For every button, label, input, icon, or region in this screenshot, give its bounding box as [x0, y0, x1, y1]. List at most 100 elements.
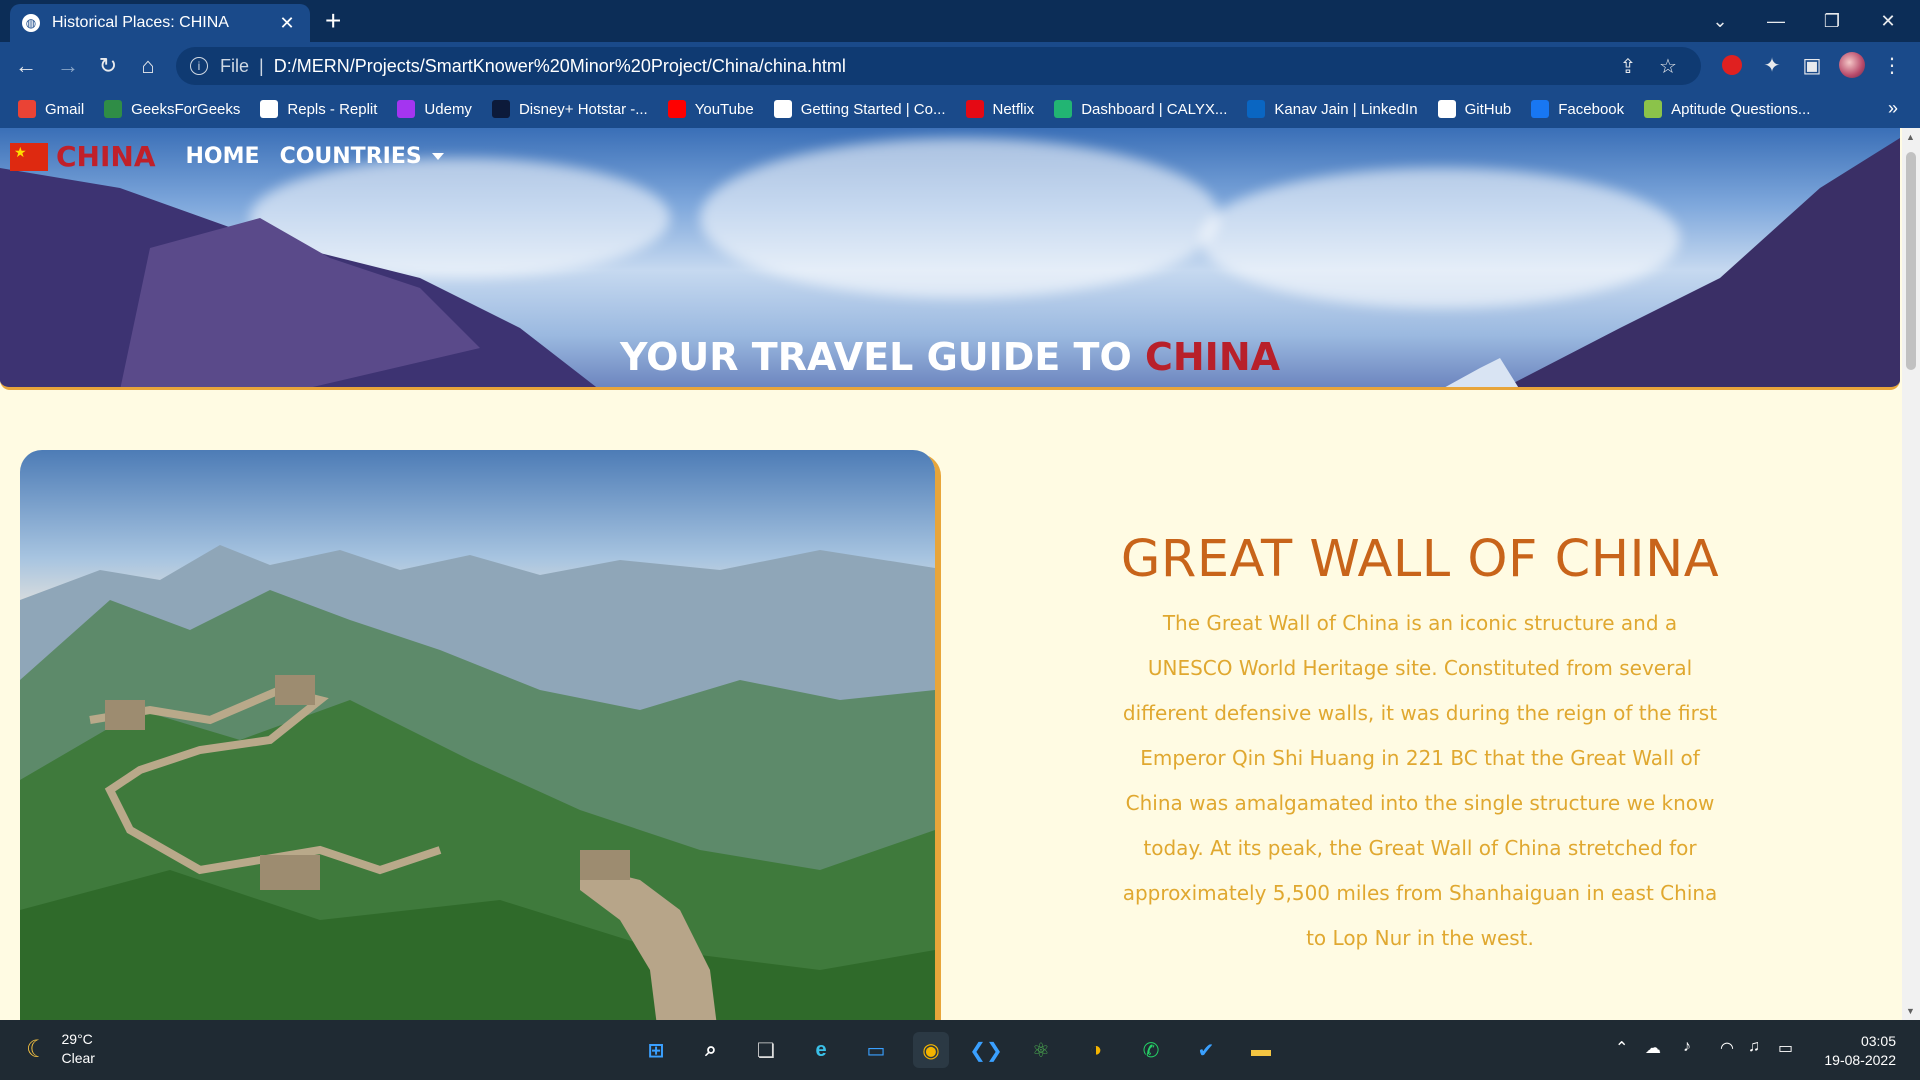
wifi-icon[interactable]: ◠ — [1720, 1038, 1734, 1058]
side-panel-icon[interactable]: ▣ — [1797, 50, 1827, 80]
bookmark-item[interactable]: Kanav Jain | LinkedIn — [1247, 100, 1418, 118]
system-clock[interactable]: 03:05 19-08-2022 — [1824, 1032, 1896, 1070]
nav-countries-label: COUNTRIES — [279, 144, 422, 169]
browser-tab[interactable]: ◍ Historical Places: CHINA ✕ — [10, 4, 310, 42]
browser-toolbar: ← → ↻ ⌂ i File | D:/MERN/Projects/SmartK… — [0, 42, 1920, 90]
address-url: D:/MERN/Projects/SmartKnower%20Minor%20P… — [273, 55, 846, 76]
address-scheme: File — [220, 55, 250, 76]
china-flag-icon: ★ — [10, 142, 48, 171]
bookmark-label: Repls - Replit — [287, 100, 378, 118]
app-icon[interactable]: ◑ — [1078, 1032, 1114, 1068]
bookmark-star-icon[interactable]: ☆ — [1653, 51, 1683, 81]
tab-search-icon[interactable]: ⌄ — [1692, 0, 1748, 42]
bookmark-item[interactable]: Udemy — [397, 100, 472, 118]
bookmark-item[interactable]: Repls - Replit — [260, 100, 377, 118]
tray-chevron-icon[interactable]: ⌃ — [1615, 1038, 1628, 1058]
site-brand[interactable]: CHINA — [56, 140, 156, 173]
weather-condition: Clear — [61, 1050, 95, 1066]
moon-icon: ☾ — [26, 1035, 48, 1063]
bookmark-label: Dashboard | CALYX... — [1081, 100, 1228, 118]
youtube-icon — [667, 100, 686, 118]
github-icon — [1437, 100, 1456, 118]
whatsapp-icon[interactable]: ✆ — [1133, 1032, 1169, 1068]
gfg-icon — [104, 100, 123, 118]
bookmark-item[interactable]: Getting Started | Co... — [773, 100, 946, 118]
battery-icon[interactable]: ▭ — [1778, 1038, 1793, 1058]
bookmark-item[interactable]: Aptitude Questions... — [1644, 100, 1810, 118]
forward-icon[interactable]: → — [52, 50, 84, 82]
chrome-icon[interactable]: ◉ — [913, 1032, 949, 1068]
volume-icon[interactable]: ♫ — [1748, 1038, 1760, 1056]
profile-avatar[interactable] — [1837, 50, 1867, 80]
edge-icon[interactable]: e — [803, 1032, 839, 1068]
bookmark-item[interactable]: Netflix — [965, 100, 1034, 118]
scrollbar-thumb[interactable] — [1906, 152, 1916, 370]
vscode-icon[interactable]: ❮❯ — [968, 1032, 1004, 1068]
onedrive-icon[interactable]: ☁ — [1645, 1038, 1661, 1058]
cc-icon — [773, 100, 792, 118]
bookmark-item[interactable]: Gmail — [18, 100, 84, 118]
section-text: The Great Wall of China is an iconic str… — [1122, 611, 1718, 950]
reload-icon[interactable]: ↻ — [92, 50, 124, 82]
bookmark-item[interactable]: Disney+ Hotstar -... — [491, 100, 648, 118]
task-view-icon[interactable]: ❏ — [748, 1032, 784, 1068]
menu-dots-icon[interactable]: ⋮ — [1877, 50, 1907, 80]
scroll-down-icon[interactable]: ▼ — [1906, 1006, 1915, 1016]
bookmark-label: Disney+ Hotstar -... — [518, 100, 648, 118]
tab-title: Historical Places: CHINA — [52, 14, 229, 31]
replit-icon — [260, 100, 279, 118]
bookmark-label: Aptitude Questions... — [1671, 100, 1811, 118]
hero-title-prefix: YOUR TRAVEL GUIDE TO — [619, 335, 1145, 379]
site-navbar: ★ CHINA HOME COUNTRIES — [10, 140, 464, 173]
atom-icon[interactable]: ⚛ — [1023, 1032, 1059, 1068]
address-separator: | — [259, 55, 264, 76]
file-explorer-icon[interactable]: ▬ — [1243, 1032, 1279, 1068]
minimize-button[interactable]: — — [1748, 0, 1804, 42]
search-icon[interactable]: ⌕ — [693, 1032, 729, 1068]
home-icon[interactable]: ⌂ — [132, 50, 164, 82]
section-title: GREAT WALL OF CHINA — [1120, 530, 1720, 589]
bookmark-label: GitHub — [1464, 100, 1512, 118]
desktop-icon[interactable]: ▭ — [858, 1032, 894, 1068]
bookmark-item[interactable]: Dashboard | CALYX... — [1054, 100, 1227, 118]
info-icon[interactable]: i — [190, 57, 208, 75]
bookmark-item[interactable]: Facebook — [1531, 100, 1624, 118]
facebook-icon — [1531, 100, 1550, 118]
netflix-icon — [965, 100, 984, 118]
calyx-icon — [1054, 100, 1073, 118]
hero-title: YOUR TRAVEL GUIDE TO CHINA — [0, 335, 1900, 379]
info-section: GREAT WALL OF CHINA The Great Wall of Ch… — [1120, 530, 1720, 961]
page-viewport: ★ CHINA HOME COUNTRIES YOUR TRAVEL GUIDE… — [0, 128, 1920, 1020]
bookmark-label: Gmail — [45, 100, 85, 118]
todo-icon[interactable]: ✔ — [1188, 1032, 1224, 1068]
page-scrollbar[interactable]: ▲ ▼ — [1902, 128, 1920, 1020]
share-icon[interactable]: ⇪ — [1613, 51, 1643, 81]
great-wall-photo — [20, 450, 935, 1020]
bookmark-item[interactable]: YouTube — [667, 100, 754, 118]
close-tab-icon[interactable]: ✕ — [276, 13, 298, 34]
close-window-button[interactable]: ✕ — [1860, 0, 1916, 42]
back-icon[interactable]: ← — [10, 50, 42, 82]
scroll-up-icon[interactable]: ▲ — [1906, 132, 1915, 142]
great-wall-illustration — [20, 545, 935, 1020]
bookmarks-bar: Gmail GeeksForGeeks Repls - Replit Udemy Dis… — [0, 90, 1920, 128]
hotstar-icon — [491, 100, 510, 118]
bookmark-label: Facebook — [1558, 100, 1625, 118]
globe-icon: ◍ — [22, 14, 40, 32]
microphone-icon[interactable]: ♪ — [1683, 1038, 1691, 1056]
bookmark-item[interactable]: GitHub — [1437, 100, 1512, 118]
windows-taskbar: ☾ 29°C Clear ⊞ ⌕ ❏ e ▭ ◉ ❮❯ ⚛ ◑ ✆ ✔ ▬ ⌃ … — [0, 1020, 1920, 1080]
restore-button[interactable]: ❐ — [1804, 0, 1860, 42]
extension-red-icon[interactable] — [1717, 50, 1747, 80]
gmail-icon — [18, 100, 36, 118]
bookmarks-overflow-icon[interactable]: » — [1888, 98, 1898, 119]
nav-home[interactable]: HOME — [186, 144, 260, 169]
hero-banner: ★ CHINA HOME COUNTRIES YOUR TRAVEL GUIDE… — [0, 128, 1900, 390]
nav-countries-dropdown[interactable]: COUNTRIES — [280, 144, 444, 169]
address-bar[interactable]: i File | D:/MERN/Projects/SmartKnower%20… — [176, 47, 1701, 85]
bookmark-item[interactable]: GeeksForGeeks — [104, 100, 240, 118]
windows-start-icon[interactable]: ⊞ — [638, 1032, 674, 1068]
puzzle-icon[interactable]: ✦ — [1757, 50, 1787, 80]
new-tab-button[interactable]: + — [325, 6, 341, 36]
weather-widget[interactable]: ☾ 29°C Clear — [26, 1030, 95, 1068]
